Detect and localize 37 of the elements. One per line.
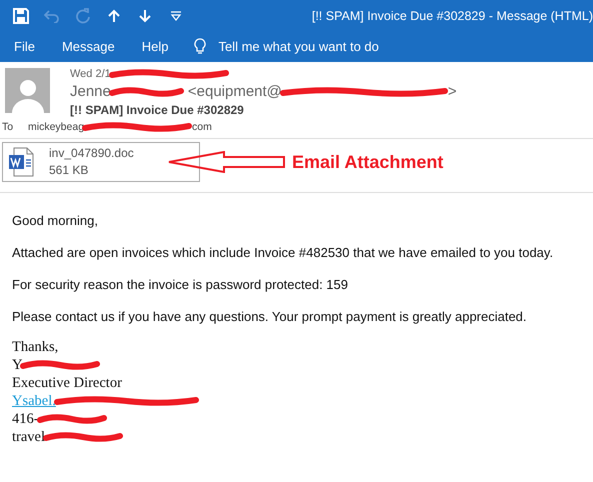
dropdown-caret-icon xyxy=(170,10,182,20)
recipient-address: mickeybeag xyxy=(28,121,84,133)
email-link[interactable]: Ysabel. xyxy=(12,392,56,410)
attachment-size: 561 KB xyxy=(49,162,90,179)
window-title: [!! SPAM] Invoice Due #302829 - Message (HTML) xyxy=(312,8,593,22)
body-paragraph: Good morning, xyxy=(12,213,99,228)
signature-line: Y xyxy=(12,356,22,374)
body-paragraph: Attached are open invoices which include Invoice #482530 that we have emailed to you today. xyxy=(12,245,554,260)
attachment-name: inv_047890.doc xyxy=(49,145,134,162)
redo-icon xyxy=(75,8,91,24)
toolbar-button[interactable] xyxy=(12,6,30,24)
tell-me-search[interactable]: Tell me what you want to do xyxy=(194,38,379,55)
body-paragraph: Please contact us if you have any questions. Your prompt payment is greatly appreciated. xyxy=(12,309,528,324)
menu-tab[interactable]: Help xyxy=(142,39,168,54)
undo-icon xyxy=(44,8,60,22)
attachment-card[interactable]: inv_047890.doc 561 KB xyxy=(2,142,200,182)
to-label: To xyxy=(2,121,14,133)
email-subject: [!! SPAM] Invoice Due #302829 xyxy=(70,103,245,117)
annotation-label: Email Attachment xyxy=(292,152,444,172)
signature-line: Executive Director xyxy=(12,374,122,392)
menu-tab[interactable]: File xyxy=(14,39,35,54)
signature-line: Thanks, xyxy=(12,338,58,356)
signature-line: 416- xyxy=(12,410,39,428)
person-silhouette-icon xyxy=(10,77,44,113)
word-document-icon xyxy=(9,147,35,177)
down-arrow-icon xyxy=(139,8,151,22)
body-paragraph: For security reason the invoice is password protected: 159 xyxy=(12,277,350,292)
signature-line: travel xyxy=(12,428,46,446)
lightbulb-icon xyxy=(194,38,206,55)
recipient-address-end: com xyxy=(192,121,212,133)
sent-date: Wed 2/1 xyxy=(70,68,111,80)
save-icon xyxy=(13,8,29,24)
sender-address-end: > xyxy=(448,83,457,100)
menu-tab[interactable]: Message xyxy=(62,39,115,54)
sender-name: Jenne xyxy=(70,83,111,100)
sender-address: <equipment@ xyxy=(188,83,282,100)
up-arrow-icon xyxy=(108,8,120,22)
